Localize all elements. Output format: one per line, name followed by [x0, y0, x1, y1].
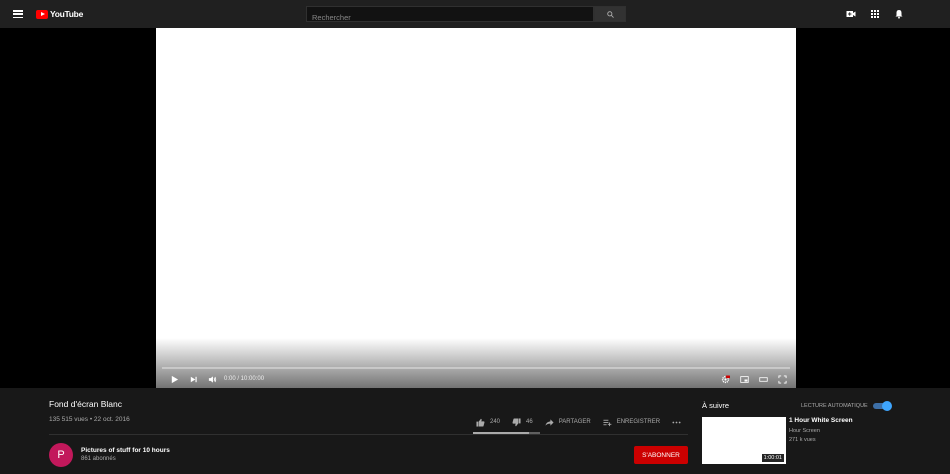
playlist-add-icon — [603, 419, 612, 426]
search-input[interactable] — [307, 10, 593, 25]
like-count: 240 — [490, 419, 501, 425]
search-icon — [606, 10, 614, 18]
play-button[interactable] — [168, 373, 180, 385]
volume-icon — [208, 375, 216, 383]
channel-name[interactable]: Pictures of stuff for 10 hours — [81, 447, 170, 454]
skip-next-icon — [190, 376, 197, 382]
volume-button[interactable] — [206, 373, 218, 385]
next-video-views: 271 k vues — [789, 437, 816, 443]
channel-avatar[interactable]: P — [49, 443, 73, 467]
next-video-channel: Hour Screen — [789, 428, 820, 434]
miniplayer-icon — [739, 375, 749, 383]
video-duration: 1:00:01 — [761, 454, 784, 462]
autoplay-label: LECTURE AUTOMATIQUE — [801, 403, 868, 409]
save-button[interactable]: ENREGISTRER — [603, 418, 660, 427]
up-next-heading: À suivre — [702, 401, 730, 410]
dislike-count: 46 — [526, 419, 533, 425]
video-meta: 135 515 vues • 22 oct. 2016 — [49, 416, 130, 423]
subscriber-count: 861 abonnés — [81, 456, 116, 462]
play-icon — [171, 375, 178, 383]
more-horizontal-icon — [672, 421, 681, 423]
settings-gear-icon — [721, 374, 730, 383]
logo-text: YouTube — [50, 9, 83, 19]
theater-mode-icon — [758, 376, 768, 382]
top-bar: YouTube — [0, 0, 950, 28]
youtube-logo[interactable]: YouTube — [36, 9, 83, 19]
thumbs-up-icon — [476, 418, 485, 427]
subscribe-button[interactable]: S'ABONNER — [634, 446, 688, 464]
search-box — [306, 6, 594, 25]
video-actions: 240 46 PARTAGER ENREGISTRER — [476, 416, 698, 428]
autoplay-control: LECTURE AUTOMATIQUE — [801, 401, 892, 411]
settings-button[interactable] — [719, 373, 731, 385]
video-player[interactable]: 0:00 / 10:00:00 — [156, 28, 796, 388]
apps-grid-icon[interactable] — [870, 9, 880, 19]
more-actions-button[interactable] — [672, 418, 686, 427]
fullscreen-icon — [777, 374, 787, 384]
progress-bar[interactable] — [162, 367, 790, 369]
thumbs-down-icon — [512, 417, 521, 426]
fullscreen-button[interactable] — [776, 373, 788, 385]
menu-icon[interactable] — [13, 10, 23, 19]
divider — [49, 434, 688, 435]
next-video-thumbnail[interactable]: 1:00:01 — [702, 417, 786, 464]
dislike-button[interactable]: 46 — [512, 417, 533, 427]
player-controls: 0:00 / 10:00:00 — [156, 370, 796, 388]
share-button[interactable]: PARTAGER — [545, 418, 591, 427]
next-video-title[interactable]: 1 Hour White Screen — [789, 417, 853, 424]
share-label: PARTAGER — [558, 419, 591, 425]
theater-mode-button[interactable] — [757, 373, 769, 385]
like-button[interactable]: 240 — [476, 418, 500, 427]
notifications-bell-icon[interactable] — [894, 9, 904, 19]
miniplayer-button[interactable] — [738, 373, 750, 385]
save-label: ENREGISTRER — [616, 419, 661, 425]
create-video-icon[interactable] — [846, 9, 856, 19]
share-arrow-icon — [545, 418, 554, 426]
autoplay-toggle[interactable] — [872, 401, 892, 411]
time-display: 0:00 / 10:00:00 — [224, 376, 265, 382]
youtube-play-icon — [36, 9, 48, 19]
search-button[interactable] — [594, 6, 626, 22]
video-title: Fond d'écran Blanc — [49, 399, 122, 409]
next-button[interactable] — [187, 373, 199, 385]
